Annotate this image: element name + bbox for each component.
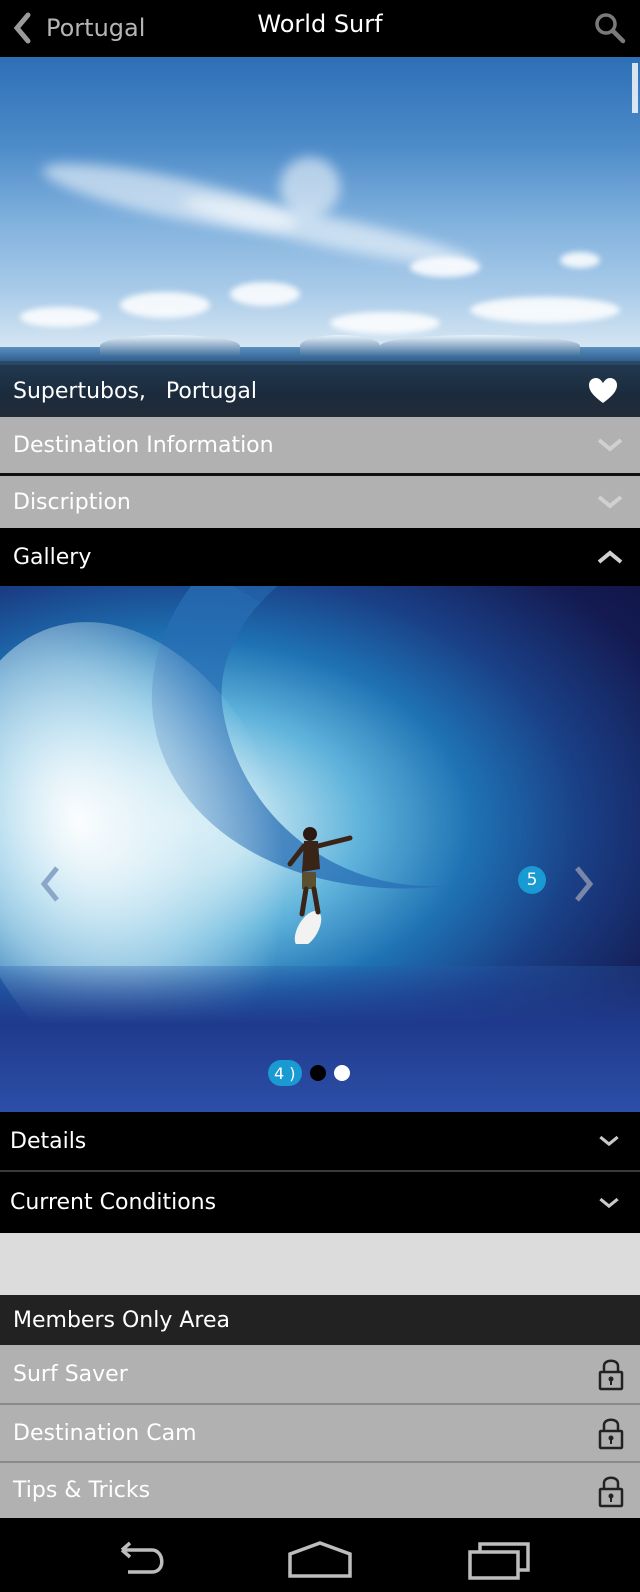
gallery-prev-icon[interactable]	[38, 864, 62, 904]
gallery-label: Gallery	[13, 544, 92, 570]
lock-icon	[598, 1476, 624, 1507]
chevron-down-icon	[597, 438, 623, 452]
lock-icon	[598, 1359, 624, 1391]
heart-icon[interactable]	[588, 377, 618, 405]
members-header-label: Members Only Area	[13, 1307, 230, 1333]
photo-credit	[632, 63, 638, 113]
tips-tricks-row[interactable]: Tips & Tricks	[0, 1463, 640, 1518]
lock-icon	[598, 1418, 624, 1450]
chevron-down-icon	[599, 1197, 619, 1208]
description-row[interactable]: Discription	[0, 476, 640, 528]
system-nav-bar	[0, 1518, 640, 1592]
search-icon[interactable]	[592, 10, 626, 44]
description-label: Discription	[13, 489, 131, 515]
current-conditions-label: Current Conditions	[10, 1190, 217, 1215]
back-nav-icon[interactable]	[108, 1540, 172, 1580]
back-button[interactable]: Portugal	[10, 8, 145, 48]
surfer-figure	[287, 827, 353, 944]
gallery-row[interactable]: Gallery	[0, 528, 640, 586]
details-row[interactable]: Details	[0, 1112, 640, 1170]
current-conditions-row[interactable]: Current Conditions	[0, 1172, 640, 1233]
locked-item-label: Destination Cam	[13, 1420, 197, 1446]
gallery-current-badge: 4 )	[268, 1060, 302, 1086]
hero-image: Supertubos, Portugal	[0, 57, 640, 417]
chevron-down-icon	[599, 1135, 619, 1147]
locked-item-label: Tips & Tricks	[13, 1478, 151, 1503]
gallery-image[interactable]: 5 4 )	[0, 586, 640, 1112]
chevron-up-icon	[597, 550, 623, 564]
section-spacer	[0, 1233, 640, 1295]
destination-information-row[interactable]: Destination Information	[0, 417, 640, 473]
back-label: Portugal	[46, 14, 146, 42]
surf-saver-row[interactable]: Surf Saver	[0, 1345, 640, 1403]
gallery-next-icon[interactable]	[572, 864, 596, 904]
gallery-next-count: 5	[518, 866, 546, 894]
locked-item-label: Surf Saver	[13, 1361, 128, 1387]
members-header: Members Only Area	[0, 1295, 640, 1345]
destination-cam-row[interactable]: Destination Cam	[0, 1405, 640, 1461]
destination-information-label: Destination Information	[13, 432, 274, 458]
hero-caption: Supertubos, Portugal	[0, 365, 640, 417]
top-bar: Portugal World Surf	[0, 0, 640, 57]
recents-nav-icon[interactable]	[466, 1540, 534, 1580]
pagination-dot[interactable]	[333, 1065, 350, 1081]
chevron-left-icon	[13, 12, 31, 44]
pagination-dot[interactable]	[309, 1065, 326, 1081]
gallery-pagination: 4 )	[268, 1060, 358, 1086]
details-label: Details	[10, 1128, 87, 1154]
spot-country: Portugal	[165, 378, 258, 404]
home-nav-icon[interactable]	[286, 1540, 354, 1580]
spot-name: Supertubos,	[13, 378, 146, 404]
chevron-down-icon	[597, 495, 623, 509]
